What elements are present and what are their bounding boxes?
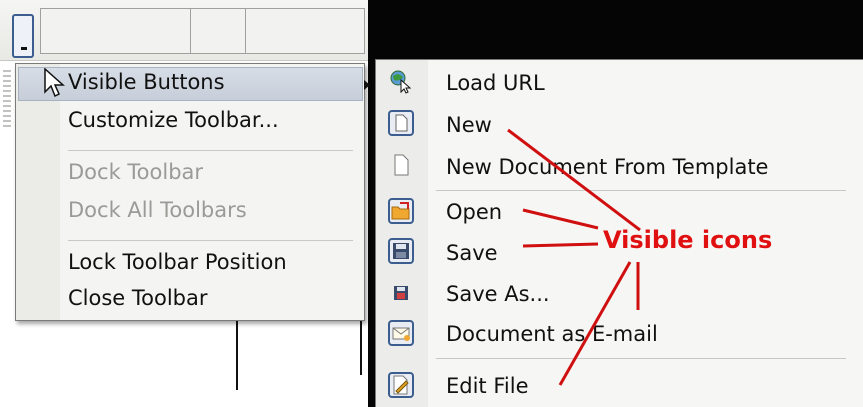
annotation-line-save: [522, 242, 599, 248]
annotation-line-edit: [558, 261, 632, 386]
annotation-line-open: [522, 208, 599, 230]
annotation-arrows: [507, 128, 641, 386]
annotation-line-new: [507, 128, 641, 232]
annotation-label: Visible icons: [603, 226, 773, 254]
